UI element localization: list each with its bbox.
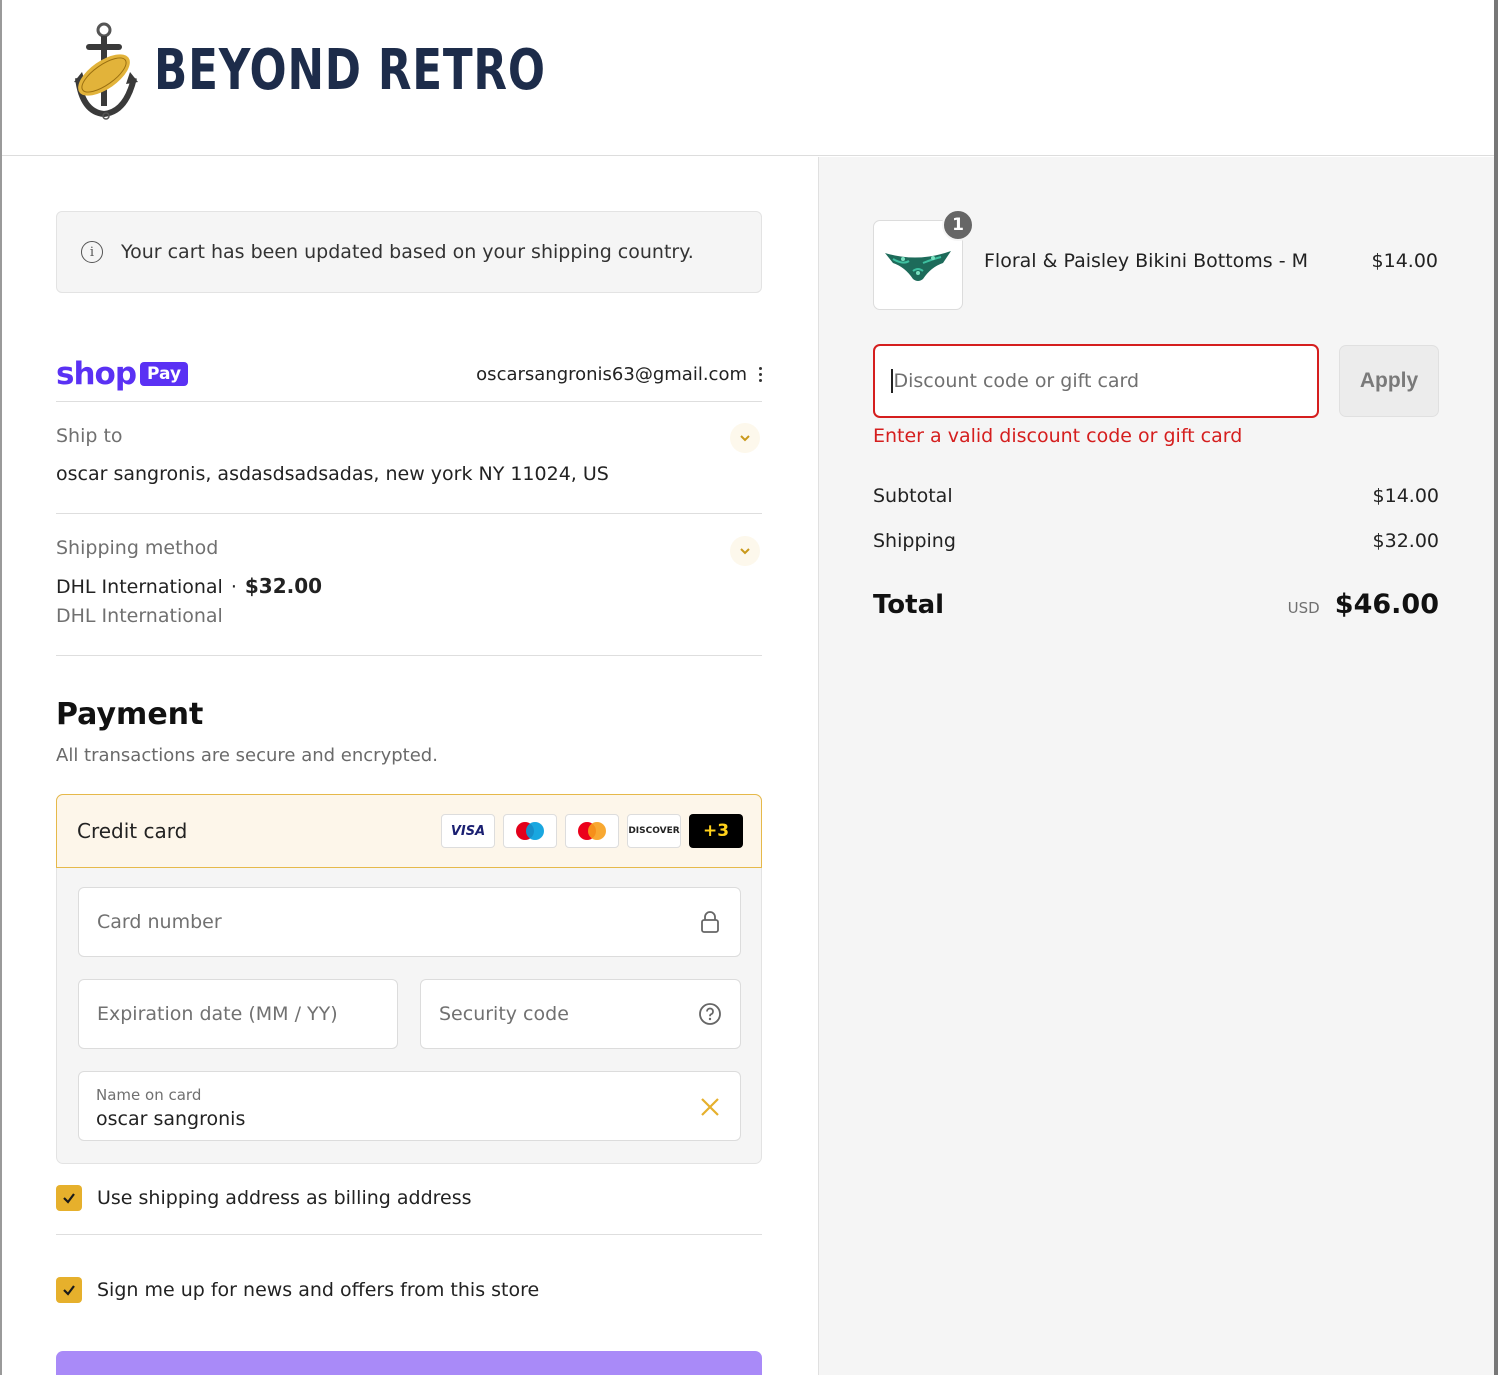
clear-x-icon[interactable] [698, 1095, 722, 1119]
card-number-placeholder: Card number [97, 911, 222, 933]
credit-card-label: Credit card [77, 819, 188, 843]
credit-card-option[interactable]: Credit card VISA DISCOVER +3 [56, 794, 762, 868]
card-brands: VISA DISCOVER +3 [441, 814, 743, 848]
ship-to-expand-chevron-icon[interactable] [730, 423, 760, 453]
pay-now-button[interactable] [56, 1351, 762, 1375]
product-name: Floral & Paisley Bikini Bottoms - M [984, 250, 1309, 272]
shipping-label: Shipping [873, 530, 956, 552]
more-options-icon[interactable] [759, 366, 762, 382]
store-name: BEYOND RETRO [154, 37, 546, 103]
divider [56, 655, 762, 656]
ship-to-address: oscar sangronis, asdasdsadsadas, new yor… [56, 463, 609, 485]
shipping-method-sub: DHL International [56, 605, 223, 627]
text-caret [891, 369, 893, 393]
product-price: $14.00 [1371, 250, 1438, 272]
shipping-value: $32.00 [1372, 530, 1439, 552]
bikini-bottoms-image [885, 251, 951, 281]
total-row: Total USD $46.00 [873, 589, 1439, 620]
name-on-card-label: Name on card [96, 1086, 202, 1104]
divider [56, 513, 762, 514]
security-code-placeholder: Security code [439, 1003, 569, 1025]
help-circle-icon[interactable] [698, 1002, 722, 1026]
window-scrollbar[interactable] [1494, 0, 1498, 1375]
name-on-card-field[interactable]: Name on card oscar sangronis [78, 1071, 741, 1141]
shop-pay-logo: shop Pay [56, 356, 189, 392]
shipping-method-name: DHL International [56, 576, 223, 598]
store-header: BEYOND RETRO [2, 0, 1494, 156]
expiration-date-field[interactable]: Expiration date (MM / YY) [78, 979, 398, 1049]
newsletter-label: Sign me up for news and offers from this… [97, 1279, 540, 1301]
billing-address-checkbox[interactable] [56, 1185, 82, 1211]
billing-address-label: Use shipping address as billing address [97, 1187, 472, 1209]
credit-card-panel: Credit card VISA DISCOVER +3 Card number… [56, 794, 762, 1164]
name-on-card-value: oscar sangronis [96, 1108, 246, 1130]
more-cards-badge: +3 [689, 814, 743, 848]
notice-text: Your cart has been updated based on your… [121, 241, 694, 263]
info-icon: i [81, 241, 103, 263]
security-code-field[interactable]: Security code [420, 979, 741, 1049]
divider [56, 401, 762, 402]
total-amount: $46.00 [1334, 589, 1439, 620]
discount-code-input[interactable]: Discount code or gift card [873, 344, 1319, 418]
shop-wordmark: shop [56, 356, 137, 392]
discover-icon: DISCOVER [627, 814, 681, 848]
card-number-field[interactable]: Card number [78, 887, 741, 957]
divider [56, 1234, 762, 1235]
pay-badge: Pay [140, 362, 189, 386]
checkout-form: i Your cart has been updated based on yo… [2, 157, 818, 1375]
total-currency: USD [1287, 599, 1320, 617]
newsletter-checkbox-row[interactable]: Sign me up for news and offers from this… [56, 1277, 539, 1303]
billing-address-checkbox-row[interactable]: Use shipping address as billing address [56, 1185, 472, 1211]
expiration-placeholder: Expiration date (MM / YY) [97, 1003, 338, 1025]
subtotal-value: $14.00 [1372, 485, 1439, 507]
total-label: Total [873, 590, 945, 620]
quantity-badge: 1 [942, 209, 974, 241]
lock-icon [698, 910, 722, 934]
visa-icon: VISA [441, 814, 495, 848]
order-summary: 1 Floral & Paisley Bikini Bottoms - M $1… [818, 157, 1494, 1375]
shop-pay-account: shop Pay oscarsangronis63@gmail.com [56, 347, 762, 401]
shipping-method-line: DHL International · $32.00 [56, 574, 322, 598]
newsletter-checkbox[interactable] [56, 1277, 82, 1303]
shipping-method-price: $32.00 [244, 574, 323, 598]
shipping-method-label: Shipping method [56, 537, 219, 559]
mastercard-icon [565, 814, 619, 848]
payment-subtitle: All transactions are secure and encrypte… [56, 745, 438, 766]
ship-to-label: Ship to [56, 425, 123, 447]
subtotal-label: Subtotal [873, 485, 953, 507]
shipping-row: Shipping $32.00 [873, 530, 1439, 552]
subtotal-row: Subtotal $14.00 [873, 485, 1439, 507]
cart-updated-notice: i Your cart has been updated based on yo… [56, 211, 762, 293]
apply-discount-button[interactable]: Apply [1339, 345, 1439, 417]
payment-heading: Payment [56, 697, 204, 732]
shipping-method-expand-chevron-icon[interactable] [730, 536, 760, 566]
anchor-logo-icon [74, 22, 138, 120]
account-email: oscarsangronis63@gmail.com [476, 363, 747, 385]
discount-placeholder: Discount code or gift card [893, 370, 1140, 392]
maestro-icon [503, 814, 557, 848]
store-logo[interactable]: BEYOND RETRO [72, 20, 656, 120]
discount-error-message: Enter a valid discount code or gift card [873, 425, 1243, 447]
separator: · [230, 576, 237, 598]
